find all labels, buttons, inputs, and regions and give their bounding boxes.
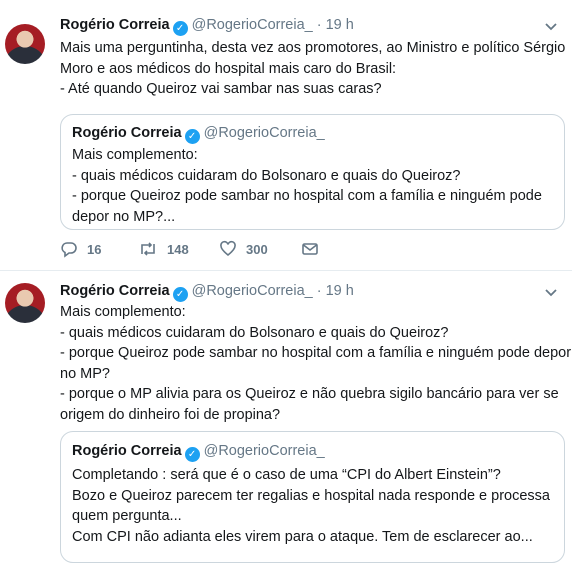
- quoted-author-handle: @RogerioCorreia_: [203, 125, 325, 141]
- separator-dot: ·: [316, 283, 322, 299]
- author-name[interactable]: Rogério Correia: [60, 17, 170, 33]
- quoted-author-name: Rogério Correia: [72, 443, 182, 459]
- reply-button[interactable]: 16: [60, 240, 101, 258]
- tweet-text-line: Moro e aos médicos do hospital mais caro…: [60, 60, 397, 77]
- verified-badge-icon: ✓: [184, 129, 200, 144]
- tweet[interactable]: Rogério Correia ✓ @RogerioCorreia_ · 19 h …: [0, 0, 572, 272]
- tweet-text-line: - quais médicos cuidaram do Bolsonaro e …: [60, 324, 449, 341]
- retweet-count: 148: [167, 242, 189, 257]
- quoted-text-line: Mais complemento:: [72, 147, 198, 163]
- tweet-header: Rogério Correia ✓ @RogerioCorreia_ · 19 h: [60, 283, 354, 303]
- author-handle[interactable]: @RogerioCorreia_: [192, 17, 313, 33]
- separator-dot: ·: [316, 17, 322, 33]
- reply-icon: [61, 242, 77, 258]
- message-button[interactable]: [301, 240, 319, 258]
- tweet-text-line: - porque Queiroz pode sambar no hospital…: [60, 345, 572, 361]
- retweet-button[interactable]: 148: [138, 240, 189, 258]
- quoted-text-line: Completando : será que é o caso de uma “…: [72, 467, 501, 483]
- tweet-text-line: no MP?: [60, 365, 110, 382]
- quoted-text-line: depor no MP?...: [72, 208, 176, 225]
- quoted-text-line: quem pergunta...: [72, 508, 182, 524]
- tweet-header: Rogério Correia ✓ @RogerioCorreia_ · 19 h: [60, 17, 354, 37]
- tweet-text: Mais uma perguntinha, desta vez aos prom…: [60, 38, 565, 100]
- verified-badge-icon: ✓: [172, 287, 188, 302]
- verified-badge-icon: ✓: [184, 447, 200, 462]
- tweet-text-line: Mais uma perguntinha, desta vez aos prom…: [60, 40, 566, 56]
- quoted-tweet-header: Rogério Correia ✓ @RogerioCorreia_: [72, 125, 325, 144]
- like-count: 300: [246, 242, 268, 257]
- quoted-author-name: Rogério Correia: [72, 125, 182, 141]
- avatar[interactable]: [5, 24, 45, 64]
- tweet-text-line: - Até quando Queiroz vai sambar nas suas…: [60, 81, 382, 97]
- tweet-text-line: origem do dinheiro foi de propina?: [60, 406, 281, 423]
- chevron-down-icon[interactable]: [544, 19, 558, 35]
- like-button[interactable]: 300: [219, 240, 268, 258]
- verified-badge-icon: ✓: [172, 21, 188, 36]
- tweet-text-line: - porque o MP alivia para os Queiroz e n…: [60, 386, 559, 402]
- heart-icon: [220, 240, 236, 257]
- reply-count: 16: [87, 242, 102, 257]
- tweet-text: Mais complemento: - quais médicos cuidar…: [60, 302, 572, 425]
- quoted-tweet-text: Mais complemento: - quais médicos cuidar…: [72, 145, 552, 227]
- chevron-down-icon[interactable]: [544, 285, 558, 301]
- quoted-tweet[interactable]: Rogério Correia ✓ @RogerioCorreia_ Complet…: [60, 431, 565, 563]
- timestamp[interactable]: 19 h: [326, 17, 354, 33]
- retweet-icon: [141, 242, 155, 256]
- message-icon: [302, 243, 318, 255]
- timestamp[interactable]: 19 h: [326, 283, 354, 299]
- quoted-tweet[interactable]: Rogério Correia ✓ @RogerioCorreia_ Mais co…: [60, 114, 565, 230]
- author-handle[interactable]: @RogerioCorreia_: [192, 283, 313, 299]
- quoted-author-handle: @RogerioCorreia_: [203, 443, 325, 459]
- quoted-tweet-text: Completando : será que é o caso de uma “…: [72, 465, 552, 547]
- quoted-text-line: Bozo e Queiroz parecem ter regalias e ho…: [72, 487, 550, 504]
- tweet[interactable]: Rogério Correia ✓ @RogerioCorreia_ · 19 h …: [0, 271, 572, 563]
- quoted-text-line: Com CPI não adianta eles virem para o at…: [72, 528, 533, 545]
- quoted-text-line: - quais médicos cuidaram do Bolsonaro e …: [72, 167, 461, 184]
- tweet-text-line: Mais complemento:: [60, 304, 186, 320]
- avatar[interactable]: [5, 283, 45, 323]
- quoted-tweet-header: Rogério Correia ✓ @RogerioCorreia_: [72, 443, 325, 462]
- quoted-text-line: - porque Queiroz pode sambar no hospital…: [72, 188, 542, 204]
- author-name[interactable]: Rogério Correia: [60, 283, 170, 299]
